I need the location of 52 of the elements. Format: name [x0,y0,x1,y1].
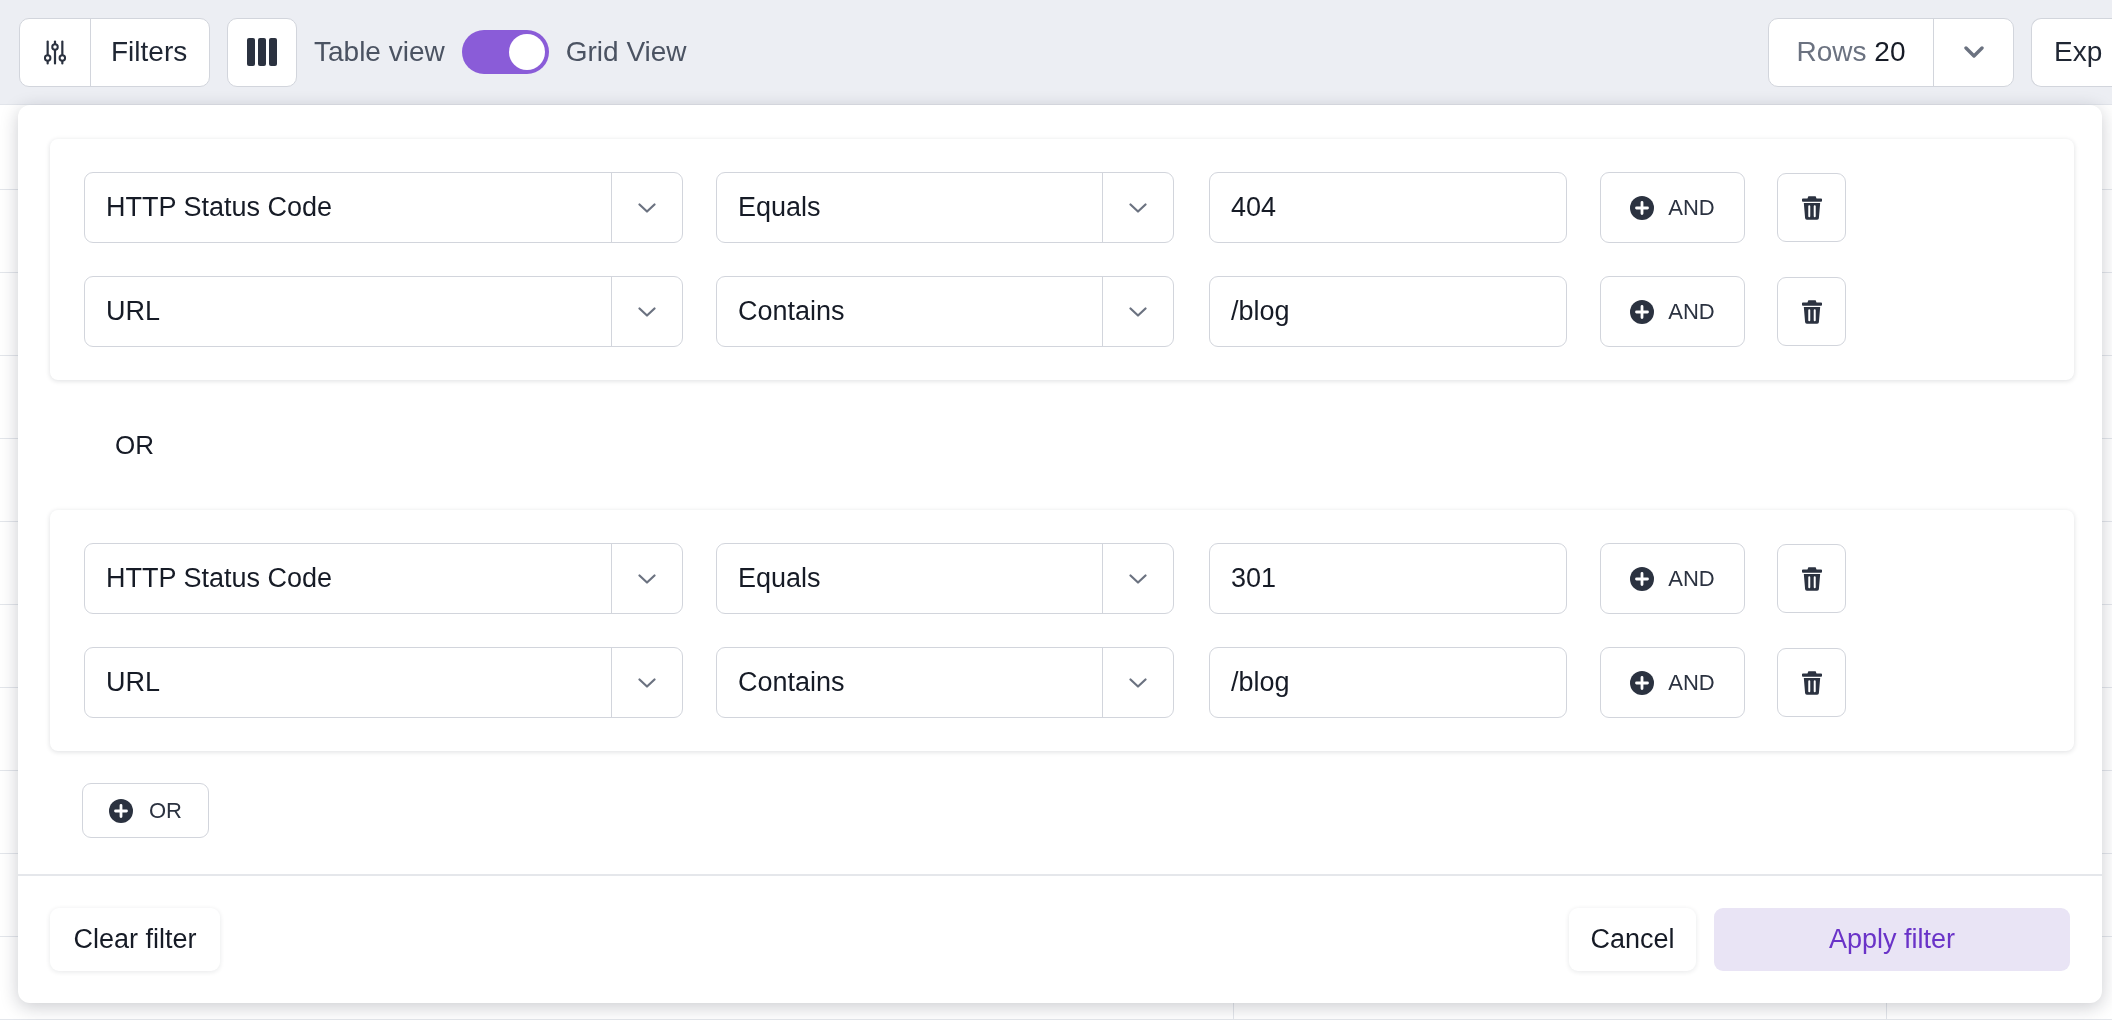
view-toggle[interactable] [461,30,549,74]
field-select[interactable]: HTTP Status Code [84,543,683,614]
operator-select[interactable]: Equals [716,543,1174,614]
plus-circle-icon [1630,195,1655,220]
columns-icon [247,38,277,66]
plus-circle-icon [1630,566,1655,591]
value-input[interactable]: /blog [1209,276,1567,347]
field-select[interactable]: HTTP Status Code [84,172,683,243]
trash-icon [1801,670,1822,695]
add-or-button[interactable]: OR [82,783,209,838]
export-button[interactable]: Exp [2031,17,2112,87]
operator-select[interactable]: Contains [716,647,1174,718]
plus-circle-icon [1630,670,1655,695]
chevron-down-icon [638,677,656,688]
toggle-label: Grid View [565,36,687,68]
sliders-icon [44,38,66,66]
columns-button[interactable] [227,17,297,87]
chevron-down-icon [1963,46,1984,58]
filters-button[interactable]: Filters [19,17,210,87]
chevron-down-icon [1129,573,1147,584]
add-and-button[interactable]: AND [1600,276,1745,347]
delete-button[interactable] [1777,648,1846,717]
clear-filter-button[interactable]: Clear filter [50,908,220,971]
trash-icon [1801,299,1822,324]
field-select[interactable]: URL [84,647,683,718]
add-and-button[interactable]: AND [1600,647,1745,718]
rows-per-page-button[interactable]: Rows 20 [1768,17,2014,87]
add-and-button[interactable]: AND [1600,543,1745,614]
chevron-down-icon [1129,677,1147,688]
operator-select[interactable]: Equals [716,172,1174,243]
chevron-down-icon [1129,202,1147,213]
chevron-down-icon [638,573,656,584]
value-input[interactable]: 301 [1209,543,1567,614]
chevron-down-icon [1129,306,1147,317]
trash-icon [1801,566,1822,591]
value-input[interactable]: /blog [1209,647,1567,718]
value-input[interactable]: 404 [1209,172,1567,243]
chevron-down-icon [638,306,656,317]
delete-button[interactable] [1777,544,1846,613]
add-and-button[interactable]: AND [1600,172,1745,243]
or-separator-label: OR [115,429,154,461]
chevron-down-icon [638,202,656,213]
apply-filter-button[interactable]: Apply filter [1714,908,2070,971]
cancel-button[interactable]: Cancel [1569,908,1696,971]
operator-select[interactable]: Contains [716,276,1174,347]
plus-circle-icon [1630,299,1655,324]
delete-button[interactable] [1777,173,1846,242]
field-select[interactable]: URL [84,276,683,347]
toggle-label: Table view [314,36,445,68]
trash-icon [1801,195,1822,220]
delete-button[interactable] [1777,277,1846,346]
plus-circle-icon [109,798,133,823]
